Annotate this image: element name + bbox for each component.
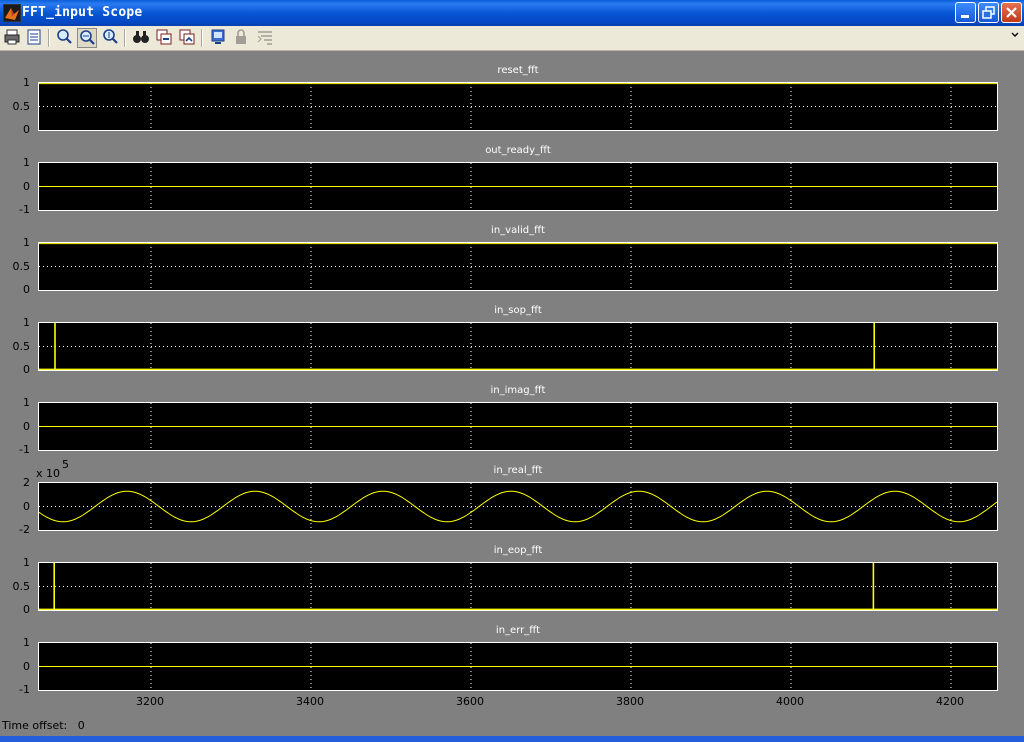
plot-canvas	[39, 403, 997, 450]
time-offset-label: Time offset:	[2, 719, 68, 732]
x-tick-label: 3400	[296, 695, 324, 708]
y-tick-label: 0.5	[12, 339, 31, 353]
minimize-icon	[961, 15, 969, 18]
y-tick-label: 1	[23, 236, 30, 249]
x-tick-label: 3200	[136, 695, 164, 708]
plot-title: reset_fft	[497, 65, 539, 76]
restore-axes-icon[interactable]	[177, 28, 197, 48]
title-bar: FFT_input Scope	[0, 0, 1024, 26]
signal-trace	[39, 563, 997, 610]
plot-canvas	[39, 83, 997, 130]
y-tick-label: 0	[23, 363, 30, 376]
close-button[interactable]	[1001, 2, 1022, 23]
y-tick-label: 1	[23, 556, 30, 569]
floating-scope-icon[interactable]	[208, 28, 228, 48]
y-tick-label: 0	[23, 123, 30, 136]
toolbar	[0, 26, 1024, 51]
y-tick-label: 0.5	[12, 99, 31, 113]
y-tick-label: -1	[19, 443, 30, 456]
autoscale-icon[interactable]	[131, 28, 151, 48]
y-tick-label: -1	[19, 203, 30, 216]
exponent-prefix: x 10	[36, 467, 61, 480]
signal-trace	[39, 490, 997, 523]
maximize-button[interactable]	[978, 2, 999, 23]
plot-canvas	[39, 483, 997, 530]
toolbar-separator	[201, 29, 203, 47]
y-tick-label: 0	[23, 283, 30, 296]
y-tick-label: 0	[23, 603, 30, 616]
y-axis-exponent: x 105	[36, 458, 69, 480]
toolbar-chevron-icon[interactable]	[1010, 30, 1020, 43]
plot-axes[interactable]	[38, 562, 998, 611]
plot-canvas	[39, 323, 997, 370]
plot-title: in_real_fft	[493, 465, 543, 476]
toolbar-separator	[124, 29, 126, 47]
y-tick-label: -2	[19, 523, 30, 536]
plot-axes[interactable]	[38, 162, 998, 211]
y-tick-label: 1	[23, 396, 30, 409]
plot-axes[interactable]	[38, 242, 998, 291]
x-tick-label: 4000	[776, 695, 804, 708]
zoom-y-icon[interactable]	[100, 28, 120, 48]
y-tick-label: 0.5	[12, 579, 31, 593]
y-tick-label: -1	[19, 683, 30, 696]
plot-axes[interactable]	[38, 642, 998, 691]
y-tick-label: 0	[23, 419, 30, 433]
y-tick-label: 2	[23, 476, 30, 489]
toolbar-separator	[48, 29, 50, 47]
plot-title: in_eop_fft	[493, 545, 543, 556]
lock-icon[interactable]	[231, 28, 251, 48]
plot-axes[interactable]	[38, 482, 998, 531]
time-offset-value: 0	[77, 719, 85, 732]
plot-title: in_sop_fft	[494, 305, 542, 316]
plot-axes[interactable]	[38, 322, 998, 371]
zoom-in-icon[interactable]	[54, 28, 74, 48]
plot-canvas	[39, 163, 997, 210]
plot-canvas	[39, 643, 997, 690]
y-tick-label: 0.5	[12, 259, 31, 273]
x-tick-label: 4200	[936, 695, 964, 708]
plot-axes[interactable]	[38, 82, 998, 131]
minimize-button[interactable]	[955, 2, 976, 23]
y-tick-label: 1	[23, 316, 30, 329]
window-title: FFT_input Scope	[22, 5, 143, 20]
plot-canvas	[39, 243, 997, 290]
signal-selection-icon[interactable]	[255, 28, 275, 48]
plot-title: out_ready_fft	[485, 145, 551, 156]
plot-title: in_imag_fft	[490, 385, 546, 396]
y-tick-label: 1	[23, 636, 30, 649]
parameters-icon[interactable]	[24, 28, 44, 48]
y-tick-label: 0	[23, 499, 30, 513]
plot-title: in_valid_fft	[491, 225, 545, 236]
close-icon	[1006, 7, 1017, 18]
print-icon[interactable]	[2, 28, 22, 48]
plot-title: in_err_fft	[495, 625, 541, 636]
taskbar	[0, 736, 1024, 742]
y-tick-label: 1	[23, 156, 30, 169]
exponent-power: 5	[62, 458, 70, 471]
restore-icon	[982, 6, 995, 19]
x-tick-label: 3800	[616, 695, 644, 708]
save-axes-icon[interactable]	[154, 28, 174, 48]
signal-trace	[39, 323, 997, 370]
y-tick-label: 1	[23, 76, 30, 89]
x-tick-label: 3600	[456, 695, 484, 708]
y-tick-label: 0	[23, 179, 30, 193]
plot-canvas	[39, 563, 997, 610]
plot-axes[interactable]	[38, 402, 998, 451]
matlab-logo-icon	[3, 4, 21, 22]
time-offset: Time offset: 0	[2, 719, 85, 732]
y-tick-label: 0	[23, 659, 30, 673]
zoom-x-icon[interactable]	[77, 28, 97, 48]
